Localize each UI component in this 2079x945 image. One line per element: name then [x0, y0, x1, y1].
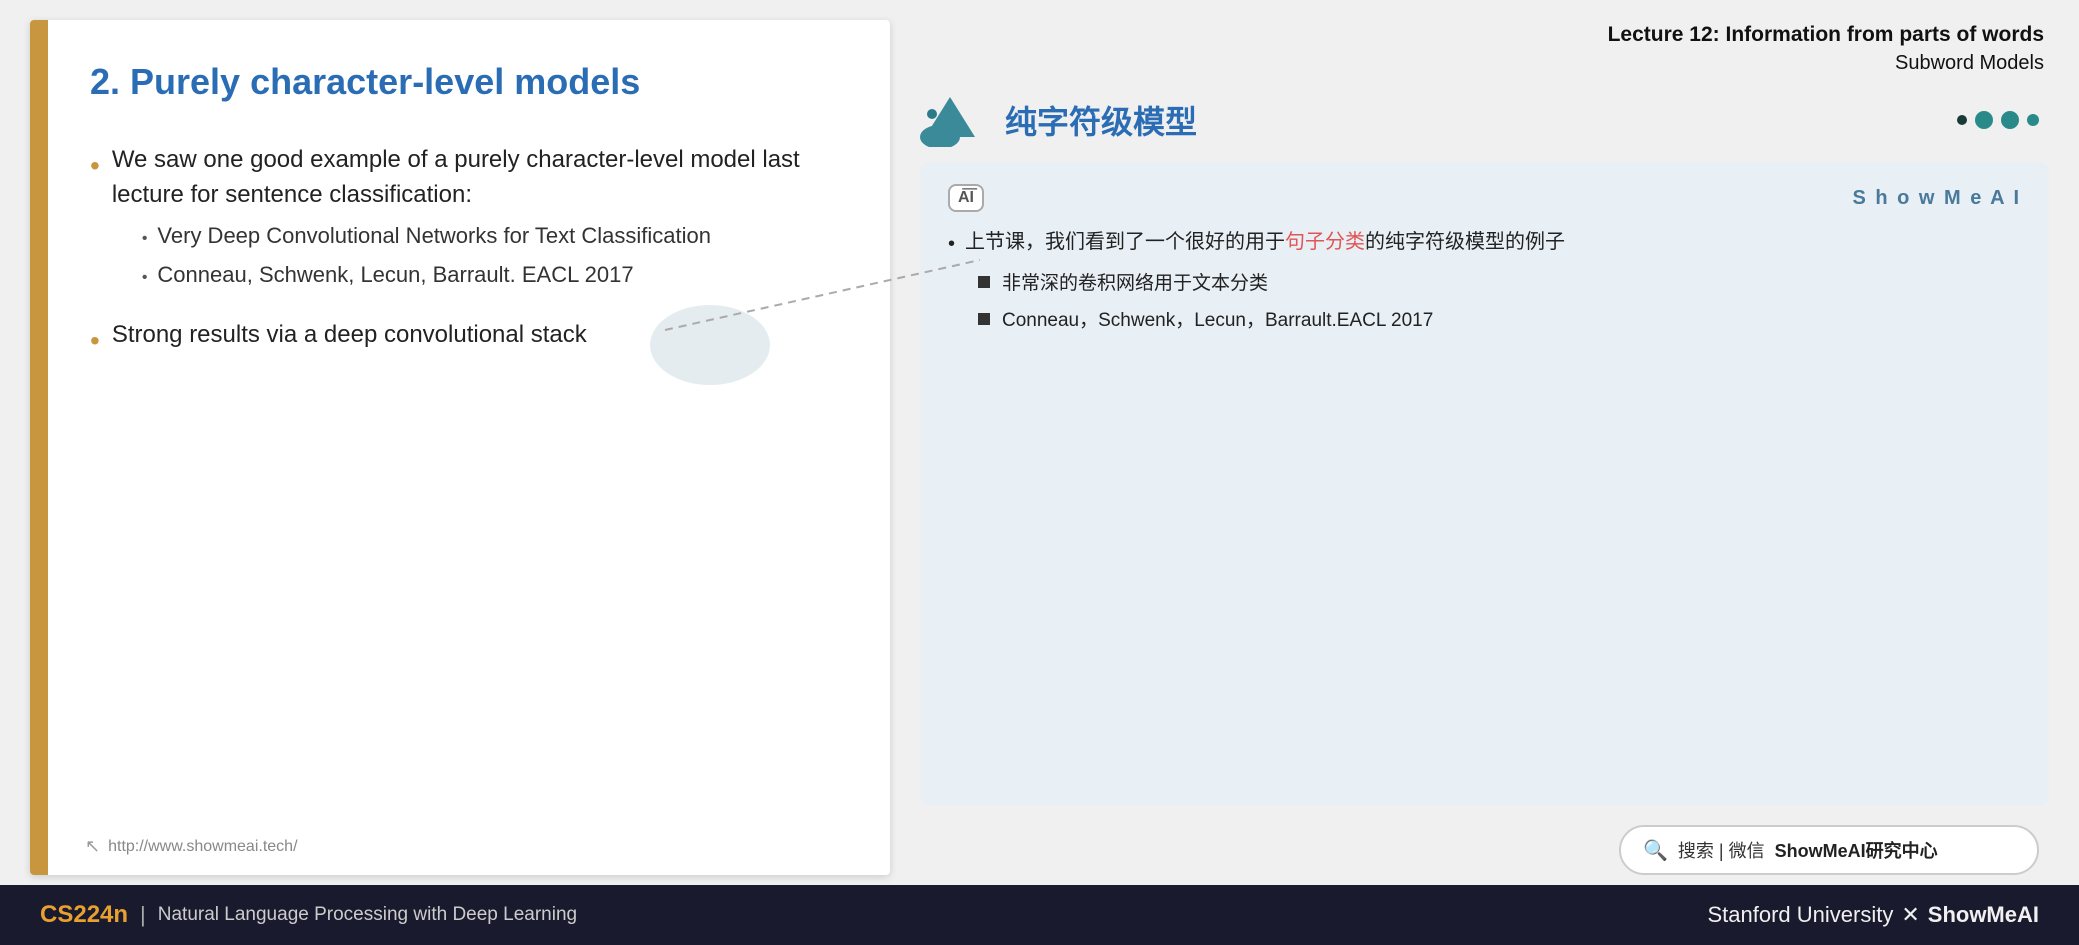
showmeai-card: A͞I S h o w M e A I • 上节课，我们看到了一个很好的用于句子…: [920, 162, 2049, 805]
dark-dot: [1957, 115, 1967, 125]
search-icon: 🔍: [1643, 838, 1668, 863]
card-sub-item-2: Conneau，Schwenk，Lecun，Barrault.EACL 2017: [978, 308, 2021, 335]
ai-badge-text: A͞I: [958, 189, 974, 206]
ai-badge: A͞I: [948, 184, 984, 212]
footer-divider: |: [140, 902, 146, 928]
card-bullet-main: • 上节课，我们看到了一个很好的用于句子分类的纯字符级模型的例子: [948, 227, 2021, 259]
footer-subtitle: Natural Language Processing with Deep Le…: [158, 904, 577, 926]
lecture-title-line1: Lecture 12: Information from parts of wo…: [920, 20, 2044, 49]
slide-body: • We saw one good example of a purely ch…: [90, 143, 840, 835]
card-sub-item-1: 非常深的卷积网络用于文本分类: [978, 271, 2021, 298]
section-title-row: 纯字符级模型: [920, 92, 2049, 147]
slide-title: 2. Purely character-level models: [90, 60, 840, 103]
card-bullet-text: 上节课，我们看到了一个很好的用于句子分类的纯字符级模型的例子: [965, 227, 1565, 257]
sub-bullet-1b: • Conneau, Schwenk, Lecun, Barrault. EAC…: [142, 260, 840, 291]
bullet-dot: •: [90, 145, 100, 187]
footer-left: CS224n | Natural Language Processing wit…: [40, 901, 577, 929]
teal-dot-1: [1975, 111, 1993, 129]
bullet-text-2: Strong results via a deep convolutional …: [112, 318, 587, 353]
lecture-title-line2: Subword Models: [920, 49, 2044, 77]
search-brand: ShowMeAI研究中心: [1775, 837, 1938, 863]
search-bar[interactable]: 🔍 搜索 | 微信 ShowMeAI研究中心: [1619, 825, 2039, 875]
card-sub-bullets: 非常深的卷积网络用于文本分类 Conneau，Schwenk，Lecun，Bar…: [978, 271, 2021, 334]
teal-dot-2: [2001, 111, 2019, 129]
footer: CS224n | Natural Language Processing wit…: [0, 885, 2079, 945]
card-top-row: A͞I S h o w M e A I: [948, 184, 2021, 212]
sub-dot: •: [142, 227, 148, 251]
footer-stanford: Stanford University: [1707, 902, 1893, 928]
slide-url: ↖ http://www.showmeai.tech/: [85, 836, 298, 857]
highlight-text: 句子分类: [1285, 231, 1365, 253]
footer-right: Stanford University ✕ ShowMeAI: [1707, 902, 2039, 928]
showmeai-label: S h o w M e A I: [1852, 187, 2021, 210]
footer-x: ✕: [1901, 902, 1919, 928]
url-text: http://www.showmeai.tech/: [108, 838, 297, 856]
teal-dot-3: [2027, 114, 2039, 126]
teal-dots: [1957, 111, 2049, 129]
bullet-dot: •: [90, 320, 100, 362]
footer-showmeai: ShowMeAI: [1928, 902, 2039, 928]
card-sub-text-2: Conneau，Schwenk，Lecun，Barrault.EACL 2017: [1002, 308, 1433, 335]
sub-square-1: [978, 276, 990, 288]
sub-dot: •: [142, 266, 148, 290]
lecture-header: Lecture 12: Information from parts of wo…: [920, 20, 2049, 77]
right-panel: Lecture 12: Information from parts of wo…: [920, 20, 2049, 875]
cursor-icon: ↖: [85, 836, 100, 857]
sub-bullets-1: • Very Deep Convolutional Networks for T…: [142, 221, 840, 291]
section-title: 纯字符级模型: [1005, 97, 1197, 143]
card-sub-text-1: 非常深的卷积网络用于文本分类: [1002, 271, 1268, 298]
bullet-item-1: • We saw one good example of a purely ch…: [90, 143, 840, 298]
footer-course: CS224n: [40, 901, 128, 929]
sub-bullet-1a: • Very Deep Convolutional Networks for T…: [142, 221, 840, 252]
bullet-item-2: • Strong results via a deep convolutiona…: [90, 318, 840, 362]
card-bullet-dot: •: [948, 229, 955, 259]
slide-accent-bar: [30, 20, 48, 875]
bullet-text-1: We saw one good example of a purely char…: [112, 146, 800, 208]
sub-text-1b: Conneau, Schwenk, Lecun, Barrault. EACL …: [157, 260, 633, 291]
search-text: 搜索 | 微信: [1678, 837, 1765, 863]
slide-panel: 2. Purely character-level models • We sa…: [30, 20, 890, 875]
mountain-icon: [920, 92, 990, 147]
sub-text-1a: Very Deep Convolutional Networks for Tex…: [157, 221, 711, 252]
sub-square-2: [978, 313, 990, 325]
